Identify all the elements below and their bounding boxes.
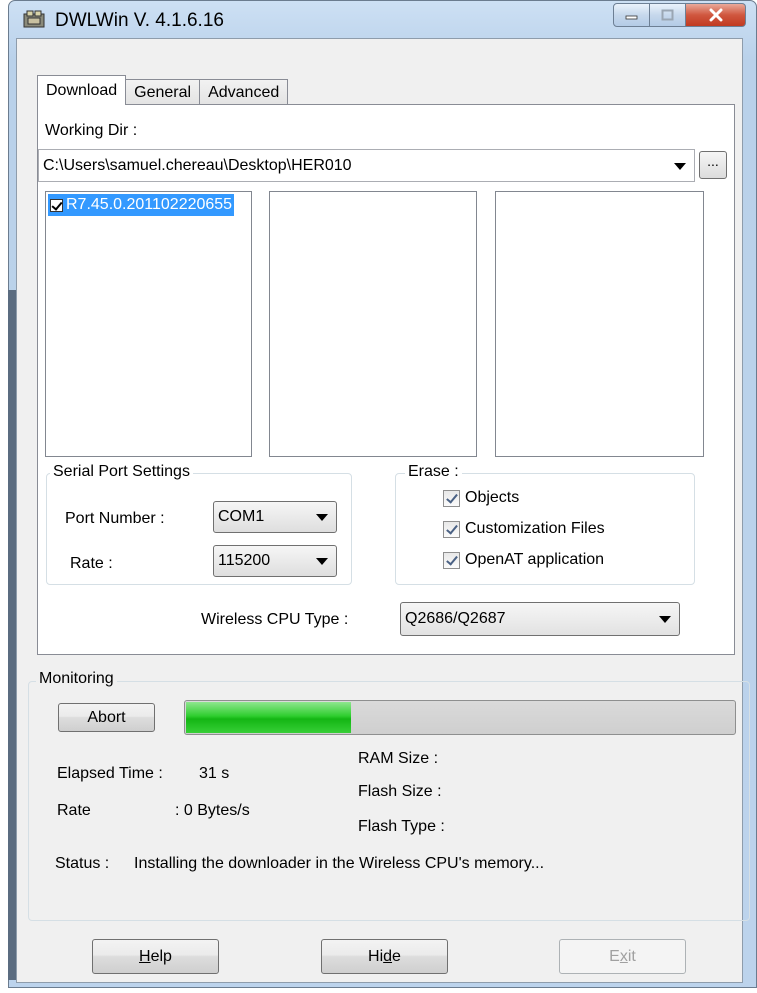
exit-button[interactable]: Ex it bbox=[559, 939, 686, 974]
serial-port-title: Serial Port Settings bbox=[50, 463, 193, 481]
elapsed-time-value: 31 s bbox=[199, 765, 230, 782]
list-item-label: R7.45.0.201102220655 bbox=[66, 196, 233, 213]
checkbox-icon[interactable] bbox=[50, 198, 63, 212]
status-label: Status : bbox=[55, 855, 110, 872]
ram-size-label: RAM Size : bbox=[358, 750, 439, 767]
list-item[interactable]: R7.45.0.201102220655 bbox=[48, 194, 235, 216]
flash-type-label: Flash Type : bbox=[358, 818, 445, 835]
tab-download[interactable]: Download bbox=[37, 75, 127, 105]
chevron-down-icon bbox=[316, 558, 328, 565]
rate-label: Rate : bbox=[70, 555, 113, 572]
exit-label-start: E bbox=[609, 947, 620, 965]
cpu-type-select[interactable]: Q2686/Q2687 bbox=[400, 602, 680, 636]
download-tab-page: Working Dir : C:\Users\samuel.chereau\De… bbox=[37, 104, 735, 655]
erase-customization-label: Customization Files bbox=[465, 520, 605, 537]
help-mnemonic: H bbox=[139, 947, 151, 965]
port-number-label: Port Number : bbox=[65, 510, 165, 527]
file-list-2[interactable] bbox=[269, 191, 477, 457]
help-label: elp bbox=[150, 947, 172, 965]
status-value: Installing the downloader in the Wireles… bbox=[134, 855, 545, 872]
window-title: DWLWin V. 4.1.6.16 bbox=[55, 10, 224, 31]
working-dir-value: C:\Users\samuel.chereau\Desktop\HER010 bbox=[43, 156, 352, 174]
rate-value: 115200 bbox=[218, 552, 271, 569]
abort-button[interactable]: Abort bbox=[58, 703, 155, 732]
hide-label-end: e bbox=[392, 947, 401, 965]
browse-button[interactable]: ... bbox=[699, 151, 727, 179]
checkbox-icon[interactable] bbox=[443, 489, 460, 507]
exit-mnemonic: x bbox=[619, 947, 628, 965]
maximize-button[interactable] bbox=[650, 3, 686, 27]
flash-size-label: Flash Size : bbox=[358, 783, 442, 800]
title-bar[interactable]: DWLWin V. 4.1.6.16 bbox=[9, 1, 756, 37]
chevron-down-icon bbox=[316, 514, 328, 521]
close-icon bbox=[709, 8, 722, 22]
checkbox-icon[interactable] bbox=[443, 551, 460, 569]
download-progress-bar bbox=[184, 700, 736, 735]
elapsed-time-label: Elapsed Time : bbox=[57, 765, 163, 782]
hide-label-start: Hi bbox=[368, 947, 384, 965]
exit-label-end: it bbox=[627, 947, 636, 965]
checkbox-icon[interactable] bbox=[443, 520, 460, 538]
rate-stat-label: Rate bbox=[57, 802, 91, 819]
port-number-value: COM1 bbox=[218, 508, 265, 525]
tab-strip: Download General Advanced bbox=[37, 75, 289, 105]
rate-stat-value: : 0 Bytes/s bbox=[175, 802, 250, 819]
erase-customization-checkbox[interactable]: Customization Files bbox=[443, 520, 605, 538]
port-number-select[interactable]: COM1 bbox=[213, 501, 337, 533]
erase-title: Erase : bbox=[405, 463, 462, 481]
working-dir-label: Working Dir : bbox=[45, 122, 138, 139]
hide-mnemonic: d bbox=[383, 947, 393, 965]
file-list-3[interactable] bbox=[495, 191, 704, 457]
file-list-1[interactable]: R7.45.0.201102220655 bbox=[45, 191, 252, 457]
maximize-icon bbox=[661, 9, 673, 21]
cpu-type-label: Wireless CPU Type : bbox=[201, 611, 349, 628]
rate-select[interactable]: 115200 bbox=[213, 545, 337, 577]
close-button[interactable] bbox=[686, 3, 746, 27]
progress-fill bbox=[186, 702, 351, 733]
chevron-down-icon bbox=[659, 616, 671, 623]
help-button[interactable]: Help bbox=[92, 939, 219, 974]
cpu-type-value: Q2686/Q2687 bbox=[405, 610, 506, 627]
minimize-icon bbox=[625, 15, 637, 20]
erase-objects-checkbox[interactable]: Objects bbox=[443, 489, 519, 507]
minimize-button[interactable] bbox=[613, 3, 650, 27]
tab-general[interactable]: General bbox=[125, 79, 201, 105]
app-icon bbox=[23, 10, 45, 28]
monitoring-title: Monitoring bbox=[36, 670, 117, 688]
hide-button[interactable]: Hi d e bbox=[321, 939, 448, 974]
erase-objects-label: Objects bbox=[465, 489, 520, 506]
working-dir-combo[interactable]: C:\Users\samuel.chereau\Desktop\HER010 bbox=[38, 149, 695, 182]
tab-advanced[interactable]: Advanced bbox=[199, 79, 289, 105]
chevron-down-icon bbox=[674, 162, 686, 170]
erase-openat-label: OpenAT application bbox=[465, 551, 605, 568]
caption-buttons bbox=[613, 3, 746, 29]
erase-openat-checkbox[interactable]: OpenAT application bbox=[443, 551, 604, 569]
